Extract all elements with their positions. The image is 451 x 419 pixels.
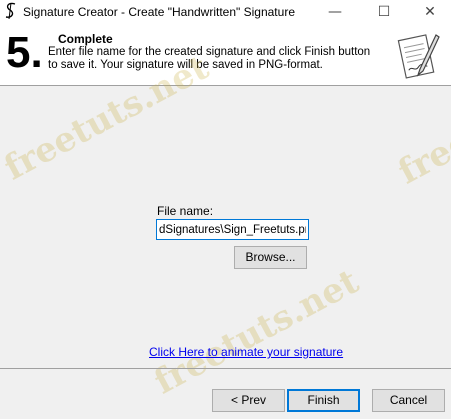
window-title: Signature Creator - Create "Handwritten"… bbox=[23, 5, 295, 19]
file-name-label: File name: bbox=[157, 204, 214, 218]
document-pen-icon bbox=[397, 34, 440, 79]
step-number: 5. bbox=[6, 28, 43, 77]
browse-button[interactable]: Browse... bbox=[234, 246, 307, 269]
maximize-button[interactable]: ☐ bbox=[361, 0, 407, 25]
step-description: Enter file name for the created signatur… bbox=[48, 46, 371, 71]
file-name-input[interactable] bbox=[156, 219, 309, 240]
animate-signature-link[interactable]: Click Here to animate your signature bbox=[149, 345, 343, 359]
cancel-button[interactable]: Cancel bbox=[372, 389, 445, 412]
wizard-content: File name: Browse... Click Here to anima… bbox=[0, 87, 451, 364]
footer-divider bbox=[0, 368, 451, 369]
wizard-header: 5. Complete Enter file name for the crea… bbox=[0, 25, 451, 86]
step-title: Complete bbox=[58, 32, 113, 46]
signature-s-icon bbox=[5, 2, 16, 20]
title-bar[interactable]: Signature Creator - Create "Handwritten"… bbox=[0, 0, 451, 25]
close-button[interactable]: ✕ bbox=[407, 0, 451, 25]
finish-button[interactable]: Finish bbox=[287, 389, 360, 412]
minimize-button[interactable]: — bbox=[312, 0, 358, 25]
prev-button[interactable]: < Prev bbox=[212, 389, 285, 412]
